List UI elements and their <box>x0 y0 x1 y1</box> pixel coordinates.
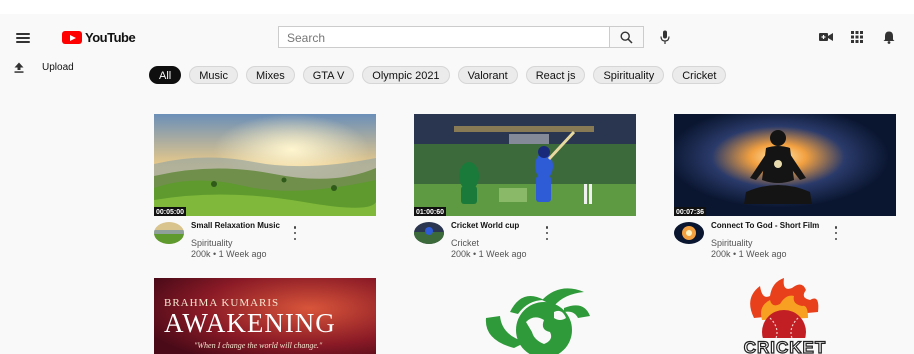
channel-avatar[interactable] <box>674 222 704 244</box>
sidebar-item-label: Upload <box>42 62 74 73</box>
video-thumbnail[interactable]: 01:00:60 <box>414 114 636 216</box>
video-card: 00:07:36 Connect To God - Short Film Spi… <box>674 114 899 266</box>
chip-mixes[interactable]: Mixes <box>245 66 295 84</box>
menu-icon[interactable] <box>16 33 30 43</box>
youtube-logo[interactable]: YouTube <box>62 30 136 45</box>
channel-avatar[interactable] <box>154 222 184 244</box>
channel-avatar[interactable] <box>414 222 444 244</box>
chip-cricket[interactable]: Cricket <box>672 66 727 84</box>
video-meta: Cricket World cup Cricket 200k • 1 Week … <box>414 216 639 266</box>
video-stats: 200k • 1 Week ago <box>191 249 267 259</box>
duration-badge: 00:05:00 <box>154 207 187 216</box>
chip-gta-v[interactable]: GTA V <box>302 66 355 84</box>
video-camera-icon <box>819 33 833 41</box>
youtube-logo-icon <box>62 31 82 44</box>
browser-top-strip <box>0 0 914 14</box>
video-thumbnail[interactable]: CRICKET <box>674 278 896 354</box>
chip-olympic-2021[interactable]: Olympic 2021 <box>362 66 450 84</box>
video-stats: 200k • 1 Week ago <box>451 249 527 259</box>
chip-all[interactable]: All <box>149 66 182 84</box>
sidebar-item-upload[interactable]: Upload <box>14 62 74 73</box>
apps-button[interactable] <box>848 28 866 46</box>
more-vert-icon[interactable] <box>293 226 297 240</box>
channel-name[interactable]: Cricket <box>451 238 479 248</box>
video-stats: 200k • 1 Week ago <box>711 249 787 259</box>
search-box <box>278 26 610 48</box>
voice-search-button[interactable] <box>657 28 673 46</box>
channel-name[interactable]: Spirituality <box>711 238 753 248</box>
sidebar: Upload <box>0 58 140 354</box>
notifications-button[interactable] <box>880 28 898 46</box>
mic-icon <box>660 30 670 44</box>
chip-react-js[interactable]: React js <box>525 66 586 84</box>
chip-spirituality[interactable]: Spirituality <box>593 66 665 84</box>
duration-badge: 01:00:60 <box>414 207 447 216</box>
green-globe-logo <box>414 278 636 354</box>
duration-badge: 00:07:36 <box>674 207 707 216</box>
logo-text: YouTube <box>85 30 136 45</box>
video-card: 00:05:00 Small Relaxation Music Spiritua… <box>154 114 379 266</box>
more-vert-icon[interactable] <box>545 226 549 240</box>
video-title[interactable]: Cricket World cup <box>451 221 519 230</box>
video-thumbnail[interactable]: 00:07:36 <box>674 114 896 216</box>
video-title[interactable]: Small Relaxation Music <box>191 221 280 230</box>
thumb-text-cricket: CRICKET <box>744 338 827 354</box>
search-icon <box>620 30 633 44</box>
video-title[interactable]: Connect To God - Short Film <box>711 221 819 230</box>
create-video-button[interactable] <box>817 28 835 46</box>
apps-grid-icon <box>851 31 863 43</box>
video-thumbnail[interactable]: BRAHMA KUMARIS AWAKENING "When I change … <box>154 278 376 354</box>
channel-name[interactable]: Spirituality <box>191 238 233 248</box>
upload-icon <box>14 62 24 73</box>
bell-icon <box>883 31 895 44</box>
search-button[interactable] <box>610 26 644 48</box>
video-thumbnail[interactable] <box>414 278 636 354</box>
video-thumbnail[interactable]: 00:05:00 <box>154 114 376 216</box>
thumb-text-line3: "When I change the world will change." <box>194 341 323 350</box>
video-meta: Small Relaxation Music Spirituality 200k… <box>154 216 379 266</box>
search-input[interactable] <box>279 28 587 48</box>
more-vert-icon[interactable] <box>834 226 838 240</box>
chip-music[interactable]: Music <box>189 66 238 84</box>
filter-chips: All Music Mixes GTA V Olympic 2021 Valor… <box>149 66 727 84</box>
video-meta: Connect To God - Short Film Spirituality… <box>674 216 899 266</box>
video-card: 01:00:60 Cricket World cup Cricket 200k … <box>414 114 639 266</box>
thumb-text-line2: AWAKENING <box>164 308 336 338</box>
chip-valorant[interactable]: Valorant <box>457 66 518 84</box>
masthead: YouTube <box>0 14 914 58</box>
